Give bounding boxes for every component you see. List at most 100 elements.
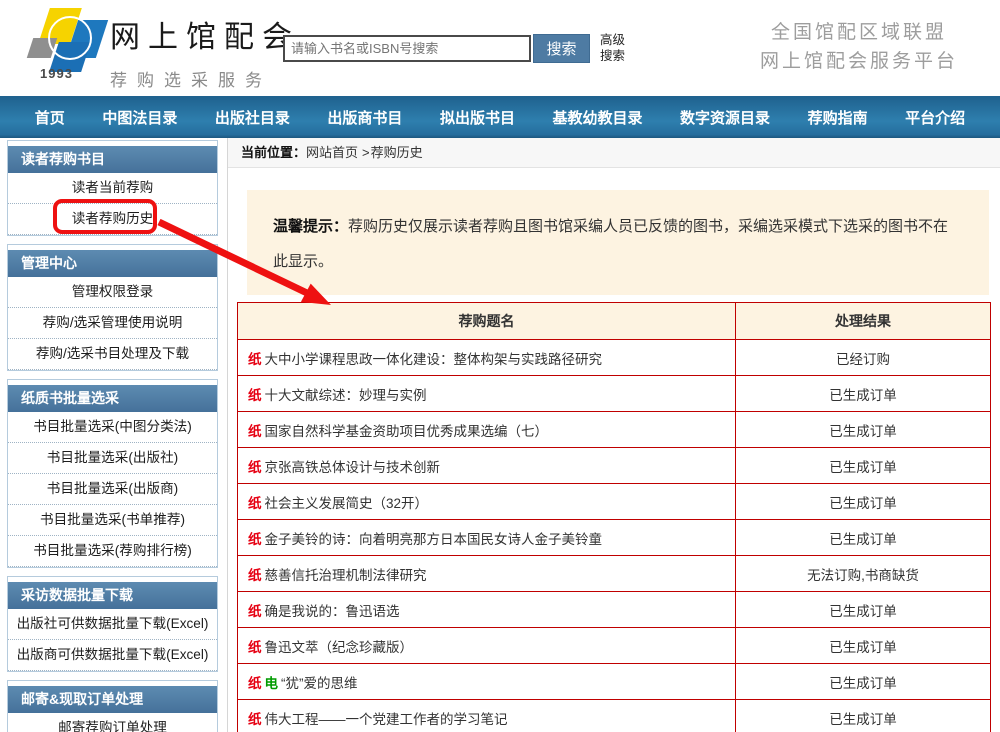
sidebar: 读者荐购书目读者当前荐购读者荐购历史管理中心管理权限登录荐购/选采管理使用说明荐…	[0, 138, 227, 732]
format-tag: 电	[265, 676, 279, 691]
platform-slogan: 全国馆配区域联盟 网上馆配会服务平台	[760, 18, 958, 77]
process-result-cell: 已生成订单	[736, 484, 991, 520]
nav-item-9[interactable]: 平台介绍	[905, 107, 965, 128]
nav-item-4[interactable]: 出版商书目	[327, 107, 402, 128]
main-wrap: 读者荐购书目读者当前荐购读者荐购历史管理中心管理权限登录荐购/选采管理使用说明荐…	[0, 138, 1000, 732]
book-title: 鲁迅文萃（纪念珍藏版）	[265, 640, 414, 655]
breadcrumb-separator: >	[362, 145, 370, 160]
nav-item-5[interactable]: 拟出版书目	[440, 107, 515, 128]
book-title-cell: 纸社会主义发展简史（32开）	[238, 484, 736, 520]
table-row: 纸十大文献综述：妙理与实例已生成订单	[238, 376, 991, 412]
format-tag: 纸	[248, 568, 262, 583]
content-area: 当前位置：网站首页>荐购历史 温馨提示：荐购历史仅展示读者荐购且图书馆采编人员已…	[227, 138, 1000, 732]
book-title: 十大文献综述：妙理与实例	[265, 388, 427, 403]
nav-item-3[interactable]: 出版社目录	[215, 107, 290, 128]
book-title-cell: 纸慈善信托治理机制法律研究	[238, 556, 736, 592]
sidebar-item[interactable]: 邮寄荐购订单处理	[8, 713, 217, 732]
sidebar-item[interactable]: 书目批量选采(书单推荐)	[8, 505, 217, 536]
process-result-cell: 已生成订单	[736, 592, 991, 628]
notice-box: 温馨提示：荐购历史仅展示读者荐购且图书馆采编人员已反馈的图书，采编选采模式下选采…	[247, 190, 989, 295]
sidebar-item[interactable]: 读者当前荐购	[8, 173, 217, 204]
nav-item-6[interactable]: 基教幼教目录	[553, 107, 643, 128]
format-tag: 纸	[248, 712, 262, 727]
breadcrumb-label: 当前位置：	[241, 145, 306, 160]
recommend-history-table: 荐购题名 处理结果 纸大中小学课程思政一体化建设：整体构架与实践路径研究已经订购…	[237, 302, 991, 732]
book-title: 社会主义发展简史（32开）	[265, 496, 429, 511]
sidebar-item[interactable]: 书目批量选采(中图分类法)	[8, 412, 217, 443]
sidebar-section: 管理中心管理权限登录荐购/选采管理使用说明荐购/选采书目处理及下载	[7, 244, 218, 371]
search-area: 搜索 高级 搜索	[283, 33, 625, 64]
sidebar-section-title: 管理中心	[8, 250, 217, 277]
sidebar-item[interactable]: 书目批量选采(出版社)	[8, 443, 217, 474]
format-tag: 纸	[248, 532, 262, 547]
process-result-cell: 已生成订单	[736, 412, 991, 448]
search-input[interactable]	[283, 35, 531, 62]
notice-text: 荐购历史仅展示读者荐购且图书馆采编人员已反馈的图书，采编选采模式下选采的图书不在…	[273, 218, 948, 270]
format-tag: 纸	[248, 604, 262, 619]
book-title-cell: 纸国家自然科学基金资助项目优秀成果选编（七）	[238, 412, 736, 448]
brand-text: 网上馆配会 荐购选采服务	[110, 12, 300, 91]
process-result-cell: 已生成订单	[736, 448, 991, 484]
format-tag: 纸	[248, 676, 262, 691]
format-tag: 纸	[248, 388, 262, 403]
book-title-cell: 纸鲁迅文萃（纪念珍藏版）	[238, 628, 736, 664]
process-result-cell: 已生成订单	[736, 520, 991, 556]
sidebar-section: 采访数据批量下载出版社可供数据批量下载(Excel)出版商可供数据批量下载(Ex…	[7, 576, 218, 672]
site-title: 网上馆配会	[110, 12, 300, 56]
book-title: 国家自然科学基金资助项目优秀成果选编（七）	[265, 424, 549, 439]
sidebar-section-title: 读者荐购书目	[8, 146, 217, 173]
sidebar-item[interactable]: 出版社可供数据批量下载(Excel)	[8, 609, 217, 640]
advanced-search-line2: 搜索	[600, 49, 625, 65]
sidebar-section-title: 邮寄&现取订单处理	[8, 686, 217, 713]
column-header-title: 荐购题名	[238, 303, 736, 340]
book-title-cell: 纸十大文献综述：妙理与实例	[238, 376, 736, 412]
table-header-row: 荐购题名 处理结果	[238, 303, 991, 340]
sidebar-section-title: 纸质书批量选采	[8, 385, 217, 412]
book-title: “犹”爱的思维	[281, 676, 358, 691]
sidebar-item[interactable]: 出版商可供数据批量下载(Excel)	[8, 640, 217, 671]
format-tag: 纸	[248, 424, 262, 439]
book-title-cell: 纸京张高铁总体设计与技术创新	[238, 448, 736, 484]
logo-ring-icon	[48, 16, 92, 60]
book-title-cell: 纸电“犹”爱的思维	[238, 664, 736, 700]
sidebar-section-title: 采访数据批量下载	[8, 582, 217, 609]
process-result-cell: 已生成订单	[736, 700, 991, 732]
book-title-cell: 纸大中小学课程思政一体化建设：整体构架与实践路径研究	[238, 340, 736, 376]
sidebar-item[interactable]: 读者荐购历史	[8, 204, 217, 235]
main-nav: 首页 中图法目录 出版社目录 出版商书目 拟出版书目 基教幼教目录 数字资源目录 荐购指南 平台…	[0, 96, 1000, 138]
nav-item-1[interactable]: 首页	[35, 107, 65, 128]
process-result-cell: 无法订购,书商缺货	[736, 556, 991, 592]
format-tag: 纸	[248, 496, 262, 511]
table-row: 纸京张高铁总体设计与技术创新已生成订单	[238, 448, 991, 484]
sidebar-section: 纸质书批量选采书目批量选采(中图分类法)书目批量选采(出版社)书目批量选采(出版…	[7, 379, 218, 568]
nav-item-2[interactable]: 中图法目录	[102, 107, 177, 128]
breadcrumb-home-link[interactable]: 网站首页	[306, 145, 358, 160]
book-title-cell: 纸伟大工程——一个党建工作者的学习笔记	[238, 700, 736, 732]
advanced-search-link[interactable]: 高级 搜索	[600, 33, 625, 64]
notice-prefix: 温馨提示：	[273, 218, 348, 235]
search-button[interactable]: 搜索	[533, 34, 590, 63]
sidebar-item[interactable]: 荐购/选采书目处理及下载	[8, 339, 217, 370]
slogan-line2: 网上馆配会服务平台	[760, 47, 958, 76]
logo-year: 1993	[40, 66, 73, 81]
sidebar-section: 邮寄&现取订单处理邮寄荐购订单处理	[7, 680, 218, 732]
table-row: 纸金子美铃的诗：向着明亮那方日本国民女诗人金子美铃童已生成订单	[238, 520, 991, 556]
sidebar-section: 读者荐购书目读者当前荐购读者荐购历史	[7, 140, 218, 236]
top-header: 1993 网上馆配会 荐购选采服务 搜索 高级 搜索 全国馆配区域联盟 网上馆配…	[0, 0, 1000, 96]
process-result-cell: 已生成订单	[736, 664, 991, 700]
book-title-cell: 纸确是我说的：鲁迅语选	[238, 592, 736, 628]
book-title: 慈善信托治理机制法律研究	[265, 568, 427, 583]
sidebar-item[interactable]: 管理权限登录	[8, 277, 217, 308]
sidebar-item[interactable]: 荐购/选采管理使用说明	[8, 308, 217, 339]
format-tag: 纸	[248, 352, 262, 367]
book-title: 确是我说的：鲁迅语选	[265, 604, 400, 619]
nav-item-7[interactable]: 数字资源目录	[680, 107, 770, 128]
nav-item-8[interactable]: 荐购指南	[808, 107, 868, 128]
sidebar-item[interactable]: 书目批量选采(出版商)	[8, 474, 217, 505]
history-table-body: 纸大中小学课程思政一体化建设：整体构架与实践路径研究已经订购纸十大文献综述：妙理…	[238, 340, 991, 732]
table-row: 纸伟大工程——一个党建工作者的学习笔记已生成订单	[238, 700, 991, 732]
table-row: 纸鲁迅文萃（纪念珍藏版）已生成订单	[238, 628, 991, 664]
sidebar-item[interactable]: 书目批量选采(荐购排行榜)	[8, 536, 217, 567]
table-row: 纸国家自然科学基金资助项目优秀成果选编（七）已生成订单	[238, 412, 991, 448]
book-title: 京张高铁总体设计与技术创新	[265, 460, 441, 475]
